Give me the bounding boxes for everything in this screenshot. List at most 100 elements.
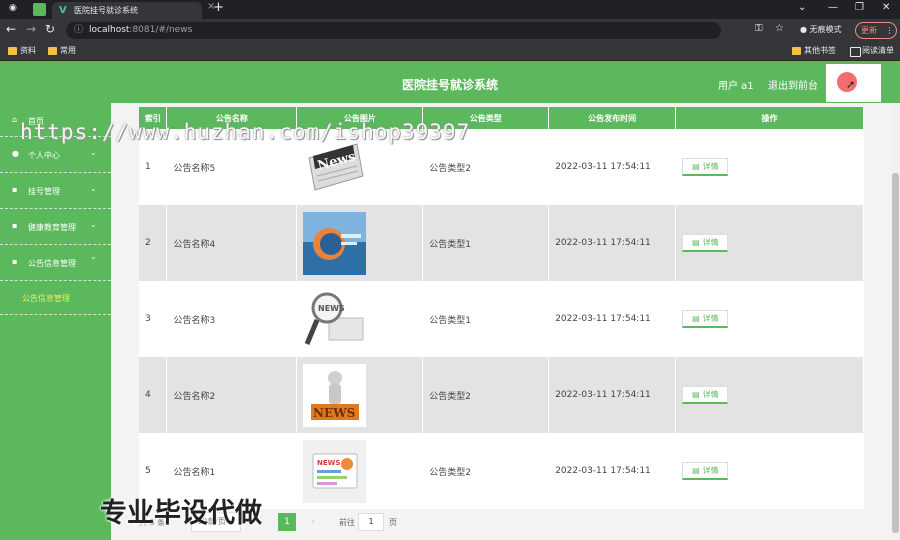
row-image-cell: NEWS (296, 357, 424, 433)
sidebar-item-label: 公告信息管理 (28, 259, 76, 268)
detail-label: 详情 (702, 390, 719, 399)
globe-icon[interactable]: ◉ (9, 3, 22, 16)
news-screen-icon: NEWS (303, 439, 367, 503)
row-action-cell: ▤ 详情 (675, 281, 864, 357)
table-row: 3 公告名称3 NEWS 公告类型1 2022-03-11 17:54:11 ▤… (139, 281, 864, 357)
row-time: 2022-03-11 17:54:11 (548, 129, 677, 205)
row-index: 2 (139, 205, 168, 281)
detail-button[interactable]: ▤ 详情 (682, 386, 729, 404)
reload-icon[interactable]: ↻ (45, 22, 55, 36)
page-button-current[interactable]: 1 (278, 513, 296, 531)
forward-icon[interactable]: → (26, 22, 36, 36)
sidebar-subitem-notice-management[interactable]: 公告信息管理 (0, 281, 111, 315)
watermark-text: https://www.huzhan.com/ishop39397 (20, 120, 471, 144)
col-header-action: 操作 (675, 107, 864, 129)
bookmarks-bar: 资料 常用 其他书签 阅读清单 (0, 42, 900, 61)
row-action-cell: ▤ 详情 (675, 433, 864, 509)
home-icon: ⌂ (12, 115, 18, 124)
restore-icon[interactable]: ❐ (855, 2, 864, 13)
detail-button[interactable]: ▤ 详情 (682, 462, 729, 480)
minimize-icon[interactable]: — (828, 2, 838, 13)
chevron-right-icon: › (311, 517, 315, 527)
info-icon: ⓘ (74, 25, 84, 35)
key-icon[interactable]: ⚿ (755, 23, 763, 34)
row-time: 2022-03-11 17:54:11 (548, 281, 677, 357)
update-button[interactable]: 更新 ⋮ (855, 22, 897, 39)
row-name: 公告名称4 (166, 205, 298, 281)
row-action-cell: ▤ 详情 (675, 357, 864, 433)
row-type: 公告类型2 (422, 357, 550, 433)
svg-text:NEWS: NEWS (318, 304, 345, 313)
detail-label: 详情 (702, 238, 719, 247)
url-host: localhost (89, 25, 130, 35)
sidebar-item-notice-management[interactable]: ▪ 公告信息管理 ⌃ (0, 245, 111, 281)
url-field[interactable]: ⓘ localhost:8081/#/news (66, 22, 721, 39)
url-path: :8081/#/news (129, 25, 193, 35)
bookmark-ziliao[interactable]: 资料 (8, 45, 36, 57)
pinned-tab-icon[interactable] (33, 3, 46, 16)
cursor-icon: ➚ (846, 78, 856, 91)
document-icon: ▤ (692, 162, 700, 171)
detail-label: 详情 (702, 314, 719, 323)
more-icon: ⋮ (885, 26, 894, 35)
tab-search-icon[interactable]: ⌄ (798, 2, 806, 13)
table-row: 2 公告名称4 公告类型1 2022-03-11 17:54:11 ▤ 详情 (139, 205, 864, 281)
chevron-down-icon: ⌄ (90, 220, 97, 229)
row-type: 公告类型1 (422, 281, 550, 357)
window-close-icon[interactable]: ✕ (882, 2, 890, 13)
row-index: 3 (139, 281, 168, 357)
page-scrollbar[interactable] (891, 103, 900, 540)
detail-button[interactable]: ▤ 详情 (682, 310, 729, 328)
row-image-cell (296, 205, 424, 281)
reading-list[interactable]: 阅读清单 (850, 45, 894, 57)
detail-button[interactable]: ▤ 详情 (682, 234, 729, 252)
detail-label: 详情 (702, 466, 719, 475)
news-blue-globe-icon (303, 211, 367, 275)
incognito-label: 无痕模式 (809, 25, 842, 34)
goto-prefix: 前往 (339, 518, 355, 527)
chevron-down-icon: ⌄ (90, 184, 97, 193)
sidebar-subitem-label: 公告信息管理 (22, 294, 70, 303)
news-newspaper-icon: News (303, 135, 367, 199)
notice-table: 索引 公告名称 公告图片 公告类型 公告发布时间 操作 1 公告名称5 News… (139, 107, 864, 509)
document-icon: ▤ (692, 390, 700, 399)
sidebar-item-label: 个人中心 (28, 151, 60, 160)
star-icon[interactable]: ☆ (775, 23, 784, 34)
sidebar: ⌂ 首页 ● 个人中心 ⌄ ▪ 挂号管理 ⌄ ▪ 健康教育管理 ⌄ ▪ 公告信息… (0, 103, 111, 540)
table-row: 4 公告名称2 NEWS 公告类型2 2022-03-11 17:54:11 ▤… (139, 357, 864, 433)
row-name: 公告名称2 (166, 357, 298, 433)
document-icon: ▤ (692, 238, 700, 247)
active-tab[interactable]: V 医院挂号就诊系统 (52, 2, 202, 19)
col-header-time: 公告发布时间 (548, 107, 677, 129)
user-label: 用户 a1 (718, 81, 754, 92)
update-label: 更新 (861, 26, 877, 35)
row-name: 公告名称3 (166, 281, 298, 357)
detail-button[interactable]: ▤ 详情 (682, 158, 729, 176)
main-content: 索引 公告名称 公告图片 公告类型 公告发布时间 操作 1 公告名称5 News… (111, 103, 891, 540)
vue-logo-icon: V (59, 5, 67, 16)
book-icon: ▪ (12, 221, 18, 230)
sidebar-item-label: 挂号管理 (28, 187, 60, 196)
scrollbar-thumb[interactable] (892, 173, 899, 533)
page-title: 医院挂号就诊系统 (401, 78, 498, 92)
incognito-indicator[interactable]: ● 无痕模式 (800, 24, 842, 35)
registration-icon: ▪ (12, 185, 18, 194)
new-tab-icon[interactable]: + (213, 0, 224, 15)
sidebar-item-label: 健康教育管理 (28, 223, 76, 232)
sidebar-item-registration[interactable]: ▪ 挂号管理 ⌄ (0, 173, 111, 209)
back-icon[interactable]: ← (6, 22, 16, 36)
sidebar-item-health-education[interactable]: ▪ 健康教育管理 ⌄ (0, 209, 111, 245)
tab-title: 医院挂号就诊系统 (74, 6, 138, 15)
avatar-box[interactable]: ➚ (826, 64, 881, 102)
app-header: 医院挂号就诊系统 用户 a1 退出到前台 ➚ (0, 61, 900, 103)
other-bookmarks[interactable]: 其他书签 (792, 45, 836, 57)
document-icon: ▤ (692, 466, 700, 475)
goto-suffix: 页 (389, 518, 397, 527)
exit-to-front-link[interactable]: 退出到前台 (768, 77, 818, 92)
bookmark-changyong[interactable]: 常用 (48, 45, 76, 57)
chevron-down-icon: ⌄ (90, 148, 97, 157)
promo-caption: 专业毕设代做 (100, 498, 262, 529)
row-index: 4 (139, 357, 168, 433)
next-page-button[interactable]: › (304, 513, 322, 531)
goto-page-input[interactable]: 1 (358, 513, 384, 531)
